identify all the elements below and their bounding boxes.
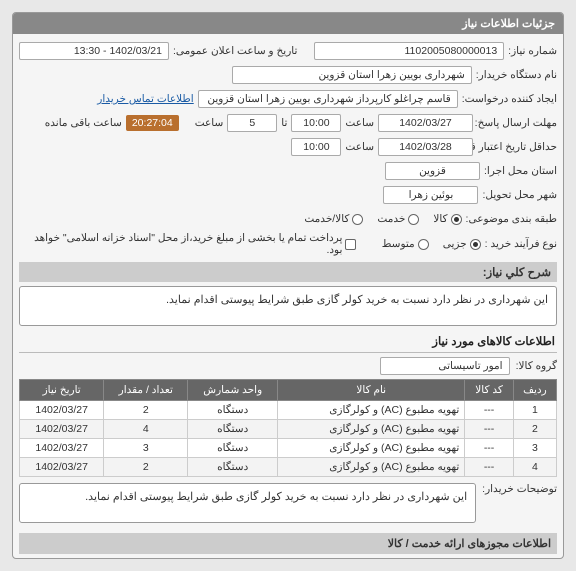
need-description: این شهرداری در نظر دارد نسبت به خرید کول… [19, 286, 557, 326]
panel-title: جزئیات اطلاعات نیاز [13, 13, 563, 34]
cell-unit: دستگاه [188, 439, 278, 458]
announce-label: تاریخ و ساعت اعلان عمومی: [173, 45, 297, 57]
radio-icon [451, 214, 462, 225]
need-number-value: 1102005080000013 [314, 42, 504, 60]
cell-qty: 2 [104, 401, 188, 420]
radio-label: خدمت [377, 213, 405, 225]
radio-label: کالا [433, 213, 447, 225]
checkbox-icon [345, 239, 356, 250]
category-label: طبقه بندی موضوعی: [466, 213, 557, 225]
radio-icon [418, 239, 429, 250]
cell-n: 4 [513, 458, 556, 477]
ta-value: 5 [227, 114, 277, 132]
table-row[interactable]: 2 --- تهویه مطبوع (AC) و کولرگازی دستگاه… [20, 420, 557, 439]
cell-qty: 2 [104, 458, 188, 477]
radio-label: جزیی [443, 238, 467, 250]
col-date: تاریخ نیاز [20, 380, 104, 401]
announce-value: 1402/03/21 - 13:30 [19, 42, 169, 60]
saat-label-1: ساعت [345, 117, 374, 129]
cell-unit: دستگاه [188, 401, 278, 420]
ta-label: تا [281, 117, 287, 129]
col-unit: واحد شمارش [188, 380, 278, 401]
cell-n: 2 [513, 420, 556, 439]
cell-name: تهویه مطبوع (AC) و کولرگازی [278, 439, 465, 458]
remaining-badge: 20:27:04 [126, 115, 179, 131]
payment-treasury-check[interactable]: پرداخت تمام یا بخشی از مبلغ خرید،از محل … [29, 232, 356, 256]
process-joze[interactable]: جزیی [443, 238, 481, 250]
province-label: استان محل اجرا: [484, 165, 557, 177]
table-row[interactable]: 3 --- تهویه مطبوع (AC) و کولرگازی دستگاه… [20, 439, 557, 458]
radio-label: متوسط [382, 238, 415, 250]
cell-date: 1402/03/27 [20, 458, 104, 477]
deadline-time: 10:00 [291, 114, 341, 132]
col-row: ردیف [513, 380, 556, 401]
contact-info-link[interactable]: اطلاعات تماس خریدار [97, 93, 193, 105]
process-motavaset[interactable]: متوسط [382, 238, 429, 250]
category-kala-khadamat[interactable]: کالا/خدمت [304, 213, 363, 225]
process-label: نوع فرآیند خرید : [485, 238, 557, 250]
group-label: گروه کالا: [516, 360, 557, 372]
deadline-label: مهلت ارسال پاسخ: [477, 117, 557, 129]
cell-name: تهویه مطبوع (AC) و کولرگازی [278, 420, 465, 439]
cell-code: --- [465, 439, 514, 458]
cell-qty: 4 [104, 420, 188, 439]
category-kala[interactable]: کالا [433, 213, 461, 225]
desc-section-title: شرح کلي نیاز: [19, 262, 557, 282]
cell-qty: 3 [104, 439, 188, 458]
credit-date: 1402/03/28 [378, 138, 473, 156]
province-value: قزوین [385, 162, 480, 180]
cell-unit: دستگاه [188, 458, 278, 477]
cell-date: 1402/03/27 [20, 439, 104, 458]
cell-date: 1402/03/27 [20, 401, 104, 420]
cell-name: تهویه مطبوع (AC) و کولرگازی [278, 401, 465, 420]
buyer-org-label: نام دستگاه خریدار: [476, 69, 557, 81]
cell-code: --- [465, 458, 514, 477]
col-code: کد کالا [465, 380, 514, 401]
saat-label-2: ساعت [195, 117, 224, 129]
items-section-title: اطلاعات کالاهای مورد نیاز [19, 330, 557, 353]
radio-label: کالا/خدمت [304, 213, 349, 225]
cell-n: 1 [513, 401, 556, 420]
deadline-date: 1402/03/27 [378, 114, 473, 132]
cell-unit: دستگاه [188, 420, 278, 439]
credit-label: حداقل تاریخ اعتبار قیمت: تا تاریخ: [477, 141, 557, 153]
cell-code: --- [465, 401, 514, 420]
cell-code: --- [465, 420, 514, 439]
credit-time: 10:00 [291, 138, 341, 156]
need-number-label: شماره نیاز: [508, 45, 557, 57]
table-row[interactable]: 4 --- تهویه مطبوع (AC) و کولرگازی دستگاه… [20, 458, 557, 477]
details-panel: جزئیات اطلاعات نیاز شماره نیاز: 11020050… [12, 12, 564, 559]
cell-name: تهویه مطبوع (AC) و کولرگازی [278, 458, 465, 477]
group-value: امور تاسیساتی [380, 357, 510, 375]
saat-label-3: ساعت [345, 141, 374, 153]
radio-icon [352, 214, 363, 225]
category-khadamat[interactable]: خدمت [377, 213, 419, 225]
buyer-org-value: شهرداری بویین زهرا استان قزوین [232, 66, 472, 84]
col-name: نام کالا [278, 380, 465, 401]
buyer-notes-label: توضیحات خریدار: [482, 483, 557, 495]
buyer-notes-value: این شهرداری در نظر دارد نسبت به خرید کول… [19, 483, 476, 523]
table-row[interactable]: 1 --- تهویه مطبوع (AC) و کولرگازی دستگاه… [20, 401, 557, 420]
requester-label: ایجاد کننده درخواست: [462, 93, 557, 105]
city-value: بوئین زهرا [383, 186, 478, 204]
cell-n: 3 [513, 439, 556, 458]
radio-icon [408, 214, 419, 225]
requester-value: قاسم چراغلو کارپرداز شهرداری بویین زهرا … [198, 90, 458, 108]
city-label: شهر محل تحویل: [482, 189, 557, 201]
col-qty: تعداد / مقدار [104, 380, 188, 401]
radio-icon [470, 239, 481, 250]
cell-date: 1402/03/27 [20, 420, 104, 439]
remaining-label: ساعت باقی مانده [45, 117, 122, 129]
items-table: ردیف کد کالا نام کالا واحد شمارش تعداد /… [19, 379, 557, 477]
permits-section-title: اطلاعات مجوزهای ارائه خدمت / کالا [19, 533, 557, 554]
check-label: پرداخت تمام یا بخشی از مبلغ خرید،از محل … [29, 232, 342, 256]
